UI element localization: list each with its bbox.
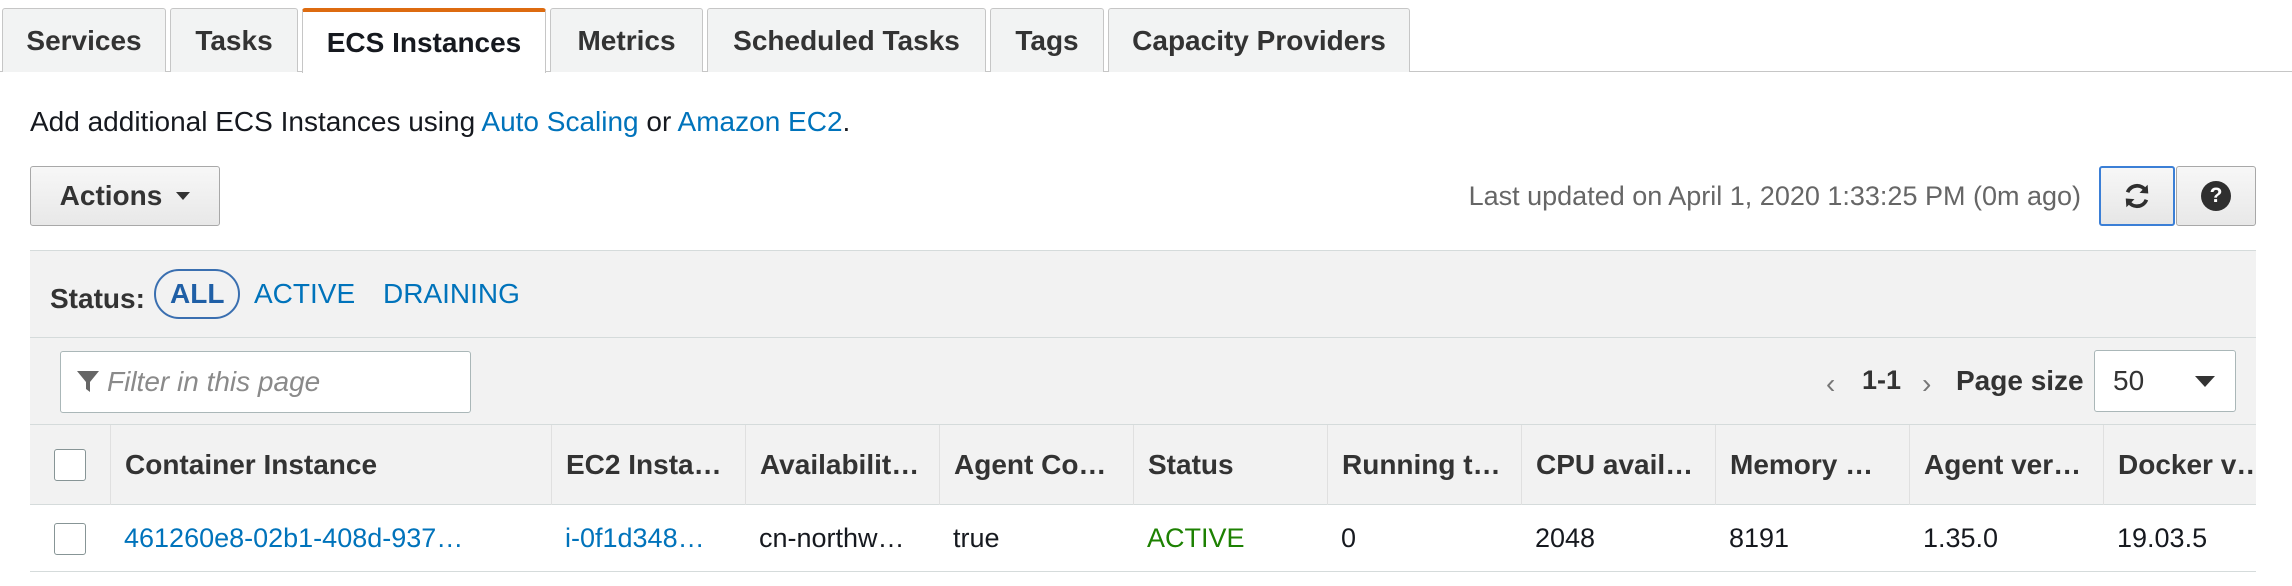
amazon-ec2-link[interactable]: Amazon EC2 bbox=[678, 106, 843, 137]
info-middle: or bbox=[638, 106, 678, 137]
row-select-cell bbox=[30, 505, 110, 572]
filter-input[interactable] bbox=[107, 366, 447, 398]
column-header-availability-zone[interactable]: Availabilit… bbox=[745, 425, 939, 505]
help-icon: ? bbox=[2201, 181, 2231, 211]
auto-scaling-link[interactable]: Auto Scaling bbox=[481, 106, 638, 137]
tab-capacity-providers[interactable]: Capacity Providers bbox=[1108, 8, 1410, 72]
refresh-icon bbox=[2125, 183, 2149, 209]
cell-agent-connected: true bbox=[953, 523, 1000, 553]
column-header-agent-version[interactable]: Agent ver… bbox=[1909, 425, 2103, 505]
info-suffix: . bbox=[842, 106, 851, 137]
select-all-checkbox[interactable] bbox=[54, 449, 86, 481]
tab-metrics[interactable]: Metrics bbox=[550, 8, 703, 72]
cell-ec2-instance: i-0f1d348… bbox=[551, 505, 745, 572]
status-filter-active[interactable]: ACTIVE bbox=[254, 269, 355, 319]
column-header-memory[interactable]: Memory … bbox=[1715, 425, 1909, 505]
instances-panel: Status: ALL ACTIVE DRAINING ‹ 1-1 › Page… bbox=[30, 250, 2256, 572]
last-updated-text: Last updated on April 1, 2020 1:33:25 PM… bbox=[1468, 181, 2081, 211]
column-header-agent-connected[interactable]: Agent Co… bbox=[939, 425, 1133, 505]
actions-label: Actions bbox=[59, 180, 163, 211]
previous-page-button[interactable]: ‹ bbox=[1826, 368, 1835, 400]
column-header-running-tasks[interactable]: Running t… bbox=[1327, 425, 1521, 505]
refresh-button[interactable] bbox=[2099, 166, 2175, 226]
tab-scheduled-tasks[interactable]: Scheduled Tasks bbox=[707, 8, 986, 72]
table-row[interactable]: 461260e8-02b1-408d-937… i-0f1d348… cn-no… bbox=[30, 505, 2256, 572]
filter-icon bbox=[77, 371, 99, 392]
page-size-value: 50 bbox=[2113, 365, 2145, 396]
tab-services[interactable]: Services bbox=[2, 8, 166, 72]
info-prefix: Add additional ECS Instances using bbox=[30, 106, 482, 137]
status-filter-label: Status: bbox=[50, 283, 145, 314]
tab-tags[interactable]: Tags bbox=[990, 8, 1104, 72]
info-text: Add additional ECS Instances using Auto … bbox=[30, 106, 850, 138]
table-header: Container Instance EC2 Insta… Availabili… bbox=[30, 425, 2256, 505]
next-page-button[interactable]: › bbox=[1922, 368, 1931, 400]
actions-button[interactable]: Actions bbox=[30, 166, 220, 226]
status-filter-all[interactable]: ALL bbox=[154, 269, 241, 319]
column-header-container-instance[interactable]: Container Instance bbox=[110, 425, 551, 505]
cell-status: ACTIVE bbox=[1147, 523, 1245, 553]
cell-availability-zone: cn-northw… bbox=[759, 523, 905, 553]
row-checkbox[interactable] bbox=[54, 522, 86, 555]
page-range: 1-1 bbox=[1862, 365, 1902, 395]
cell-container-instance: 461260e8-02b1-408d-937… bbox=[110, 505, 551, 572]
status-filter-draining[interactable]: DRAINING bbox=[383, 269, 520, 319]
page-size-select[interactable]: 50 bbox=[2094, 350, 2236, 412]
cell-running-tasks: 0 bbox=[1341, 523, 1357, 553]
help-button[interactable]: ? bbox=[2176, 166, 2256, 226]
select-all-cell bbox=[30, 425, 110, 505]
column-header-status[interactable]: Status bbox=[1133, 425, 1327, 505]
column-header-docker-version[interactable]: Docker v… bbox=[2103, 425, 2256, 505]
filter-field[interactable] bbox=[60, 351, 471, 413]
cell-docker-version: 19.03.5 bbox=[2117, 523, 2208, 553]
container-instance-link[interactable]: 461260e8-02b1-408d-937… bbox=[124, 523, 463, 554]
status-filter-bar: Status: ALL ACTIVE DRAINING bbox=[30, 250, 2256, 338]
column-header-ec2-instance[interactable]: EC2 Insta… bbox=[551, 425, 745, 505]
tab-bar: Services Tasks ECS Instances Metrics Sch… bbox=[0, 0, 2292, 73]
search-bar: ‹ 1-1 › Page size 50 bbox=[30, 338, 2256, 425]
tab-ecs-instances[interactable]: ECS Instances bbox=[302, 8, 546, 73]
column-header-cpu-available[interactable]: CPU avail… bbox=[1521, 425, 1715, 505]
cell-memory: 8191 bbox=[1729, 523, 1790, 553]
ec2-instance-link[interactable]: i-0f1d348… bbox=[565, 523, 705, 554]
caret-down-icon bbox=[176, 192, 191, 200]
page-size-label: Page size bbox=[1956, 365, 2084, 396]
cell-cpu-available: 2048 bbox=[1535, 523, 1596, 553]
tab-tasks[interactable]: Tasks bbox=[170, 8, 298, 72]
cell-agent-version: 1.35.0 bbox=[1923, 523, 1999, 553]
chevron-down-icon bbox=[2195, 376, 2215, 387]
